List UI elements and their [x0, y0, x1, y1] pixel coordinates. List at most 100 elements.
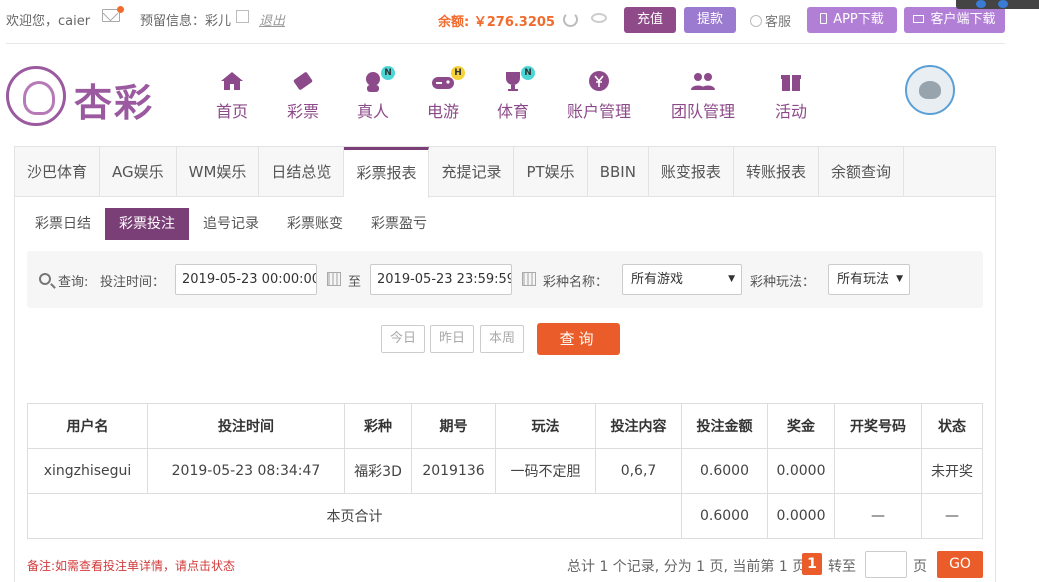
- subtotal-draw: —: [834, 493, 922, 539]
- user-avatar[interactable]: [905, 65, 955, 115]
- table-header-row: 用户名 投注时间 彩种 期号 玩法 投注内容 投注金额 奖金 开奖号码 状态: [27, 403, 983, 449]
- tab-transfer-report[interactable]: 转账报表: [734, 147, 819, 197]
- tab-account-change[interactable]: 账变报表: [649, 147, 734, 197]
- nav-egames[interactable]: 电游 H: [427, 66, 466, 122]
- browser-extension-icons: [956, 0, 1039, 9]
- tab-ag[interactable]: AG娱乐: [100, 147, 177, 197]
- today-button[interactable]: 今日: [381, 325, 425, 353]
- recharge-button[interactable]: 充值: [624, 7, 676, 33]
- nav-account[interactable]: 账户管理: [567, 70, 631, 122]
- logo-emblem-icon: [6, 66, 66, 126]
- current-page-button[interactable]: 1: [802, 553, 822, 575]
- subtotal-bonus: 0.0000: [767, 493, 835, 539]
- col-bonus: 奖金: [767, 403, 835, 449]
- tab-bbin[interactable]: BBIN: [588, 147, 649, 197]
- refresh-icon[interactable]: [563, 12, 578, 27]
- pagination-summary: 总计 1 个记录, 分为 1 页, 当前第 1 页: [567, 559, 807, 575]
- nav-home[interactable]: 首页: [216, 70, 248, 122]
- lottery-select[interactable]: 所有游戏 ▼: [622, 264, 742, 295]
- cell-period: 2019136: [411, 448, 496, 494]
- subtab-daily[interactable]: 彩票日结: [21, 208, 105, 240]
- report-tabs: 沙巴体育 AG娱乐 WM娱乐 日结总览 彩票报表 充提记录 PT娱乐 BBIN …: [15, 147, 995, 198]
- nav-label: 活动: [775, 102, 808, 121]
- balance-text: 余额: ￥276.3205: [438, 15, 555, 30]
- query-button[interactable]: 查询: [537, 323, 620, 355]
- subtab-profit-loss[interactable]: 彩票盈亏: [357, 208, 441, 240]
- nav-label: 首页: [216, 102, 249, 121]
- customer-service-link[interactable]: 客服: [750, 11, 791, 30]
- nav-label: 团队管理: [671, 102, 736, 121]
- play-type-select-value: 所有玩法: [837, 272, 890, 287]
- cell-status-link[interactable]: 未开奖: [921, 448, 983, 494]
- page-unit-label: 页: [913, 559, 927, 575]
- nav-label: 电游: [427, 102, 460, 121]
- dropdown-arrow-icon: ▼: [896, 274, 903, 284]
- nav-promotions[interactable]: 活动: [775, 70, 807, 122]
- tab-deposit-withdraw[interactable]: 充提记录: [429, 147, 515, 197]
- col-bet-amount: 投注金额: [681, 403, 768, 449]
- to-label: 至: [348, 275, 362, 290]
- desktop-icon: [913, 15, 925, 23]
- page-number-input[interactable]: [865, 551, 907, 578]
- nav-label: 账户管理: [567, 102, 632, 121]
- nav-live[interactable]: 真人 N: [357, 66, 396, 122]
- calendar-icon[interactable]: [522, 272, 536, 286]
- logout-link[interactable]: 退出: [259, 10, 285, 29]
- tab-pt[interactable]: PT娱乐: [514, 147, 588, 197]
- unread-dot-icon: [117, 6, 124, 13]
- subtab-bets[interactable]: 彩票投注: [105, 208, 189, 240]
- subtab-account-change[interactable]: 彩票账变: [273, 208, 357, 240]
- nav-lottery[interactable]: 彩票: [287, 70, 319, 122]
- extension-icon[interactable]: [976, 0, 986, 8]
- edit-icon[interactable]: [236, 10, 249, 23]
- bet-detail-note: 备注:如需查看投注单详情，请点击状态: [27, 559, 236, 573]
- play-type-select[interactable]: 所有玩法 ▼: [828, 264, 910, 295]
- greeting-text: 欢迎您，caier: [6, 14, 91, 29]
- tab-wm[interactable]: WM娱乐: [177, 147, 260, 197]
- col-lottery: 彩种: [344, 403, 412, 449]
- home-icon: [221, 72, 243, 90]
- hot-badge: H: [451, 66, 466, 80]
- subtab-chase[interactable]: 追号记录: [189, 208, 273, 240]
- search-icon: [39, 273, 51, 285]
- team-icon: [691, 73, 715, 90]
- query-label: 查询:: [58, 275, 89, 290]
- tab-lottery-report[interactable]: 彩票报表: [344, 147, 430, 198]
- cell-lottery: 福彩3D: [344, 448, 412, 494]
- nav-label: 真人: [357, 102, 390, 121]
- nav-label: 彩票: [287, 102, 320, 121]
- lottery-subtabs: 彩票日结 彩票投注 追号记录 彩票账变 彩票盈亏: [21, 208, 441, 240]
- cell-username: xingzhisegui: [27, 448, 148, 494]
- calendar-icon[interactable]: [327, 272, 341, 286]
- site-logo[interactable]: 杏彩: [6, 66, 156, 128]
- hide-balance-icon[interactable]: [591, 13, 607, 23]
- app-download-button[interactable]: APP下载: [807, 7, 897, 33]
- go-button[interactable]: GO: [937, 551, 983, 578]
- nav-sports[interactable]: 体育 N: [497, 66, 536, 122]
- yen-coin-icon: [589, 71, 609, 91]
- new-badge: N: [381, 66, 396, 80]
- this-week-button[interactable]: 本周: [480, 325, 524, 353]
- tab-saba-sports[interactable]: 沙巴体育: [15, 147, 101, 197]
- col-bet-time: 投注时间: [147, 403, 345, 449]
- subtotal-status: —: [921, 493, 983, 539]
- nav-team[interactable]: 团队管理: [671, 70, 735, 122]
- extension-icon[interactable]: [998, 0, 1008, 8]
- tab-balance-query[interactable]: 余额查询: [819, 147, 904, 197]
- cell-bet-time: 2019-05-23 08:34:47: [147, 448, 345, 494]
- client-download-label: 客户端下载: [930, 12, 996, 27]
- col-draw-number: 开奖号码: [834, 403, 922, 449]
- subtotal-amount: 0.6000: [681, 493, 768, 539]
- tab-daily-overview[interactable]: 日结总览: [259, 147, 345, 197]
- bets-table: 用户名 投注时间 彩种 期号 玩法 投注内容 投注金额 奖金 开奖号码 状态 x…: [27, 403, 983, 539]
- end-time-input[interactable]: [370, 264, 512, 295]
- cell-draw-number: [834, 448, 922, 494]
- withdraw-button[interactable]: 提款: [684, 7, 736, 33]
- start-time-input[interactable]: [175, 264, 317, 295]
- top-divider: [6, 43, 1005, 44]
- client-download-button[interactable]: 客户端下载: [904, 7, 1005, 33]
- ticket-icon: [293, 72, 313, 90]
- phone-icon: [820, 13, 828, 24]
- yesterday-button[interactable]: 昨日: [430, 325, 474, 353]
- col-username: 用户名: [27, 403, 148, 449]
